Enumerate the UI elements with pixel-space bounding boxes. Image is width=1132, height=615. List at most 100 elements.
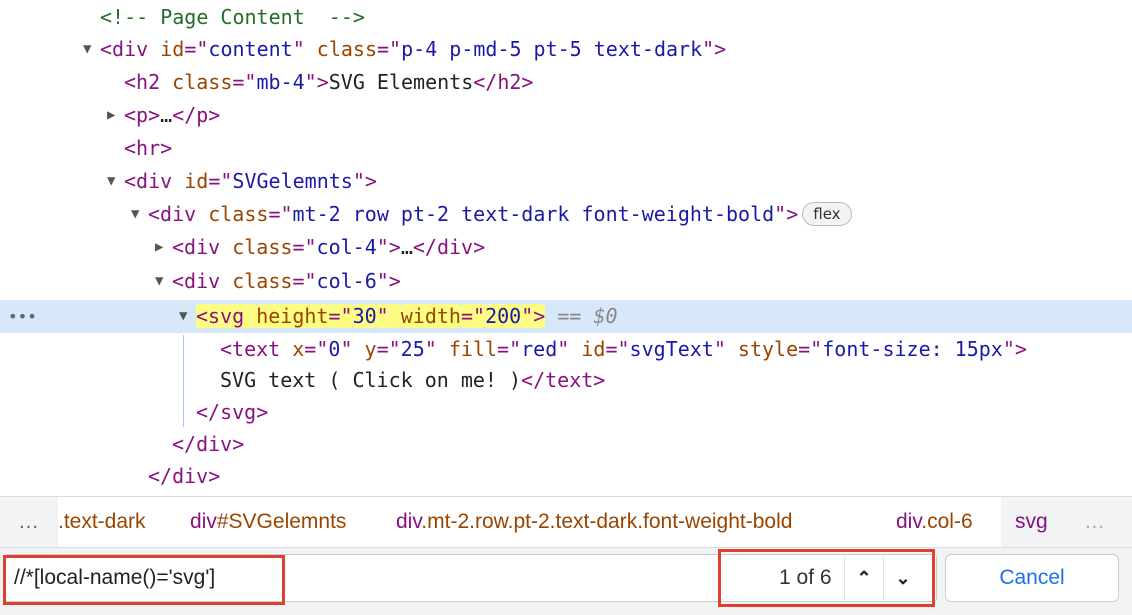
node-markup: SVG text ( Click on me! )</text> [220, 364, 605, 397]
console-ref-equals: == [545, 304, 594, 328]
expand-triangle-open-icon[interactable]: ▼ [179, 300, 193, 333]
breadcrumb-item[interactable]: div.col-6 [896, 497, 973, 547]
token: =" [497, 337, 522, 361]
breadcrumb-more-left[interactable]: … [18, 497, 39, 547]
breadcrumb-more-right[interactable]: … [1084, 497, 1105, 547]
breadcrumb-item[interactable]: div.mt-2.row.pt-2.text-dark.font-weight-… [396, 497, 792, 547]
token: id [184, 169, 209, 193]
token: <div [100, 37, 161, 61]
token: <!-- Page Content --> [100, 5, 365, 29]
node-actions-icon[interactable]: ••• [8, 300, 37, 333]
token: "> [702, 37, 727, 61]
tree-node[interactable]: ▼ <div class="mt-2 row pt-2 text-dark fon… [0, 198, 1132, 231]
breadcrumb-item[interactable]: .text-dark [58, 497, 146, 547]
tree-node[interactable]: ▼ <div id="SVGelemnts"> [0, 165, 1132, 198]
token: <p> [124, 103, 161, 127]
tree-node[interactable]: SVG text ( Click on me! )</text> [0, 364, 1132, 397]
token: =" [184, 37, 209, 61]
token: </div> [172, 432, 245, 456]
token: SVG text ( Click on me! ) [220, 368, 522, 392]
token: =" [377, 37, 402, 61]
token: 25 [400, 337, 425, 361]
tree-node[interactable]: <h2 class="mb-4">SVG Elements</h2> [0, 66, 1132, 99]
tree-node[interactable]: ▼ <div id="content" class="p-4 p-md-5 pt-… [0, 33, 1132, 66]
node-markup: </div> [148, 460, 220, 493]
token: </h2> [473, 70, 534, 94]
token: 200 [485, 304, 522, 328]
node-markup: <hr> [124, 132, 172, 165]
token: " [376, 304, 401, 328]
node-markup: <div class="col-4">…</div> [172, 231, 485, 264]
node-markup: <div class="col-6"> [172, 265, 401, 298]
tree-node[interactable]: ▶ <p>…</p> [0, 99, 1132, 132]
token: … [400, 235, 413, 259]
expand-triangle-closed-icon[interactable]: ▶ [155, 231, 169, 264]
expand-triangle-open-icon[interactable]: ▼ [107, 165, 121, 198]
token: =" [304, 337, 329, 361]
token: </div> [412, 235, 486, 259]
expand-triangle-open-icon[interactable]: ▼ [155, 265, 169, 298]
search-bar: //*[local-name()='svg'] 1 of 6 ⌃ ⌄ Cance… [0, 547, 1132, 615]
token: style [737, 337, 799, 361]
token: p-4 p-md-5 pt-5 text-dark [401, 37, 703, 61]
token: </div> [148, 464, 221, 488]
token: =" [232, 70, 257, 94]
node-markup: </div> [172, 428, 244, 461]
tree-node[interactable]: <!-- Page Content --> [0, 1, 1132, 34]
token: <h2 [124, 70, 173, 94]
token: 30 [352, 304, 377, 328]
cancel-button[interactable]: Cancel [945, 554, 1119, 602]
breadcrumb-tag: div [396, 510, 422, 533]
token: "> [774, 202, 799, 226]
tree-node[interactable]: <text x="0" y="25" fill="red" id="svgTex… [0, 333, 1132, 366]
token: "> [376, 269, 401, 293]
tree-node[interactable]: ▶ <div class="col-4">…</div> [0, 231, 1132, 264]
breadcrumb-selector: .text-dark [58, 510, 146, 533]
tree-node[interactable]: <hr> [0, 132, 1132, 165]
token: " [713, 337, 738, 361]
tree-node[interactable]: </div> [0, 428, 1132, 461]
token: "> [352, 169, 377, 193]
token: =" [798, 337, 823, 361]
tree-node[interactable]: </svg> [0, 396, 1132, 429]
token: x [292, 337, 305, 361]
tree-node[interactable]: </div> [0, 460, 1132, 493]
breadcrumb-item[interactable]: svg [1001, 497, 1062, 547]
token: " [557, 337, 582, 361]
elements-tree: <!-- Page Content --> ▼ <div id="content" … [0, 0, 1132, 494]
breadcrumb-tag: svg [1015, 510, 1048, 533]
token: class [316, 37, 378, 61]
token: id [581, 337, 606, 361]
token: … [160, 103, 173, 127]
token: <div [172, 269, 233, 293]
token: =" [328, 304, 353, 328]
indent-guide [183, 335, 184, 427]
token: <hr> [124, 136, 173, 160]
token: "> [521, 304, 546, 328]
node-markup: <!-- Page Content --> [100, 1, 365, 34]
node-markup: <p>…</p> [124, 99, 220, 132]
token: "> [1002, 337, 1027, 361]
token: =" [292, 235, 317, 259]
tree-node[interactable]: ▼ <div class="col-6"> [0, 265, 1132, 298]
token: mb-4 [256, 70, 305, 94]
token: mt-2 row pt-2 text-dark font-weight-bold [292, 202, 775, 226]
token: =" [268, 202, 293, 226]
flex-badge[interactable]: flex [802, 202, 852, 226]
tree-node-selected[interactable]: ••• ▼ <svg height="30" width="200"> == $0 [0, 300, 1132, 333]
token: col-4 [316, 235, 377, 259]
token: =" [460, 304, 486, 328]
token: <div [148, 202, 209, 226]
token: fill [448, 337, 498, 361]
expand-triangle-open-icon[interactable]: ▼ [131, 198, 145, 231]
breadcrumb-item[interactable]: div#SVGelemnts [190, 497, 346, 547]
token: " [340, 337, 365, 361]
node-markup: </svg> [196, 396, 268, 429]
expand-triangle-open-icon[interactable]: ▼ [83, 33, 97, 66]
breadcrumb-tag: div [190, 510, 217, 533]
node-markup: <div class="mt-2 row pt-2 text-dark font… [148, 198, 852, 231]
expand-triangle-closed-icon[interactable]: ▶ [107, 99, 121, 132]
token: " [292, 37, 317, 61]
token: <svg [196, 304, 257, 328]
token: svgText [629, 337, 714, 361]
